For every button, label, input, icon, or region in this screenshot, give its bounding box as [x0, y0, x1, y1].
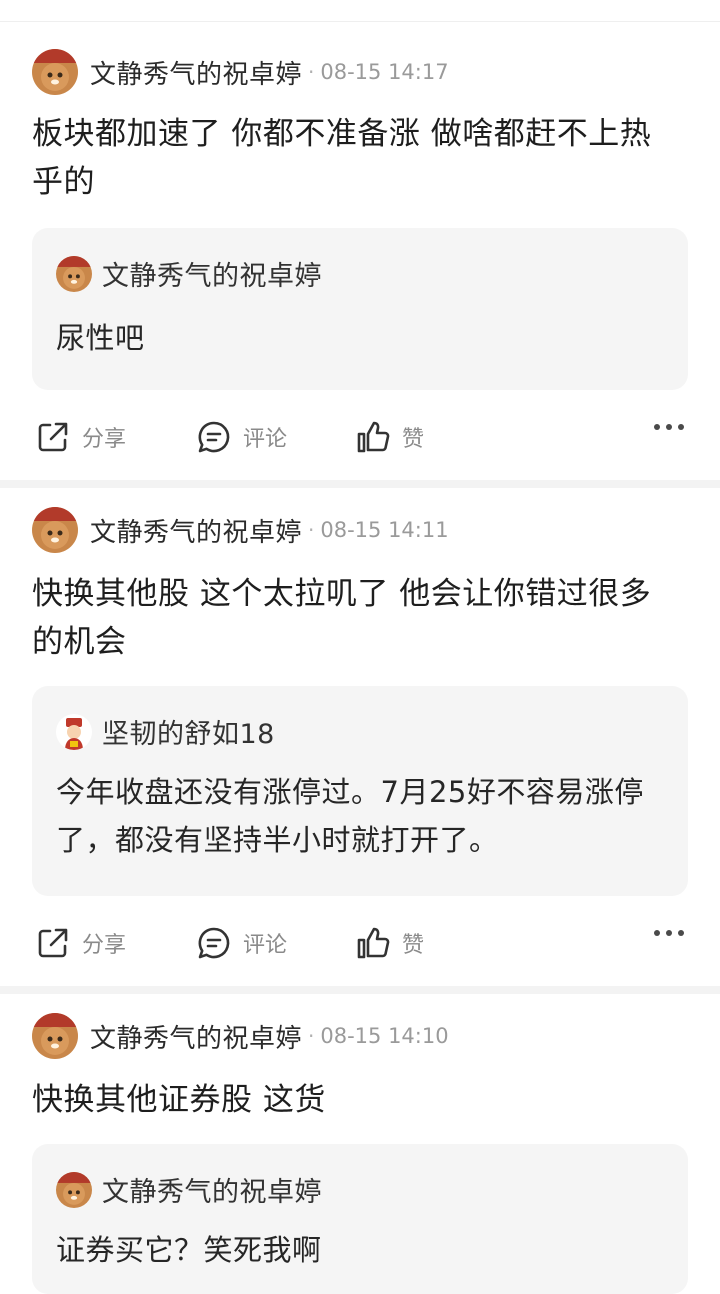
comment-icon — [198, 927, 230, 959]
cat-avatar — [56, 1171, 92, 1208]
quoted-reply[interactable]: 文静秀气的祝卓婷 尿性吧 — [32, 228, 688, 390]
comment-label: 评论 — [243, 427, 288, 452]
author-name[interactable]: 文静秀气的祝卓婷 — [90, 512, 302, 549]
quoted-reply[interactable]: 坚韧的舒如18 今年收盘还没有涨停过。7月25好不容易涨停了，都没有坚持半小时就… — [32, 686, 688, 896]
share-button[interactable]: 分享 — [34, 412, 126, 462]
post-divider — [0, 480, 720, 488]
thumbs-up-icon — [357, 421, 390, 453]
thumbs-up-icon — [357, 927, 390, 959]
share-label: 分享 — [82, 427, 127, 452]
share-icon — [38, 928, 68, 958]
user-avatar[interactable] — [32, 49, 78, 95]
post-card: 文静秀气的祝卓婷 · 08-15 14:11 快换其他股 这个太拉叽了 他会让你… — [0, 488, 720, 986]
top-divider — [0, 0, 720, 22]
share-button[interactable]: 分享 — [34, 918, 126, 968]
post-time: 08-15 14:10 — [320, 1024, 449, 1048]
post-content[interactable]: 快换其他股 这个太拉叽了 他会让你错过很多的机会 — [32, 570, 682, 666]
more-options-button[interactable] — [654, 424, 684, 430]
action-bar: 分享 评论 赞 — [0, 412, 720, 462]
post-header: 文静秀气的祝卓婷 · 08-15 14:10 — [32, 1012, 449, 1060]
meta-separator: · — [308, 518, 315, 542]
quoted-author[interactable]: 坚韧的舒如18 — [102, 712, 275, 751]
share-icon — [38, 422, 68, 452]
comment-icon — [198, 421, 230, 453]
more-icon — [654, 930, 660, 936]
comment-button[interactable]: 评论 — [195, 918, 287, 968]
post-card: 文静秀气的祝卓婷 · 08-15 14:17 板块都加速了 你都不准备涨 做啥都… — [0, 22, 720, 480]
user-avatar[interactable] — [32, 1013, 78, 1059]
meta-separator: · — [308, 1024, 315, 1048]
cat-avatar — [56, 255, 92, 292]
user-avatar[interactable] — [32, 507, 78, 553]
post-time: 08-15 14:11 — [320, 518, 449, 542]
post-content[interactable]: 快换其他证券股 这货 — [32, 1076, 682, 1124]
comment-button[interactable]: 评论 — [195, 412, 287, 462]
more-icon — [654, 424, 660, 430]
fortune-god-avatar — [56, 713, 92, 750]
quoted-author[interactable]: 文静秀气的祝卓婷 — [102, 254, 322, 293]
like-button[interactable]: 赞 — [354, 412, 424, 462]
author-name[interactable]: 文静秀气的祝卓婷 — [90, 1018, 302, 1055]
post-header: 文静秀气的祝卓婷 · 08-15 14:11 — [32, 506, 449, 554]
quoted-text: 今年收盘还没有涨停过。7月25好不容易涨停了，都没有坚持半小时就打开了。 — [56, 775, 644, 857]
share-label: 分享 — [82, 933, 127, 958]
post-header: 文静秀气的祝卓婷 · 08-15 14:17 — [32, 48, 449, 96]
post-card: 文静秀气的祝卓婷 · 08-15 14:10 快换其他证券股 这货 文静秀气的祝… — [0, 994, 720, 1294]
author-name[interactable]: 文静秀气的祝卓婷 — [90, 54, 302, 91]
quoted-text: 尿性吧 — [56, 321, 145, 355]
post-content[interactable]: 板块都加速了 你都不准备涨 做啥都赶不上热乎的 — [32, 110, 682, 206]
like-label: 赞 — [402, 427, 425, 452]
quoted-text: 证券买它？笑死我啊 — [56, 1233, 322, 1267]
quoted-author[interactable]: 文静秀气的祝卓婷 — [102, 1170, 322, 1209]
meta-separator: · — [308, 60, 315, 84]
more-options-button[interactable] — [654, 930, 684, 936]
comment-label: 评论 — [243, 933, 288, 958]
post-divider — [0, 986, 720, 994]
like-button[interactable]: 赞 — [354, 918, 424, 968]
action-bar: 分享 评论 赞 — [0, 918, 720, 968]
post-time: 08-15 14:17 — [320, 60, 449, 84]
like-label: 赞 — [402, 933, 425, 958]
quoted-reply[interactable]: 文静秀气的祝卓婷 证券买它？笑死我啊 — [32, 1144, 688, 1294]
